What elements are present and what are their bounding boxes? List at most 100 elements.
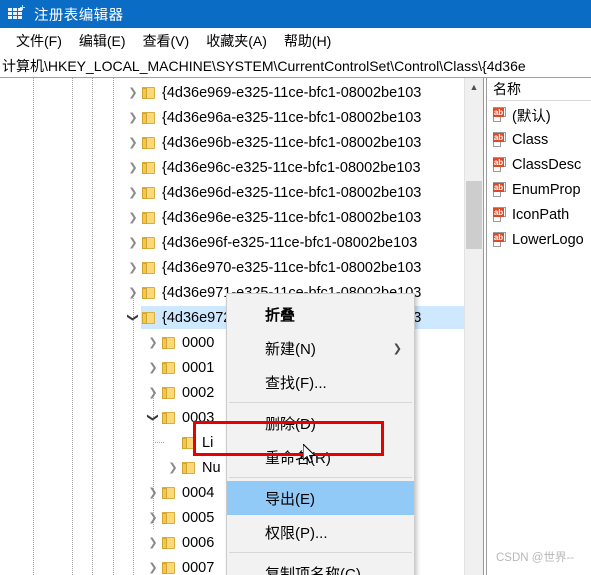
tree-item[interactable]: ❯ 0001	[145, 355, 216, 380]
address-bar[interactable]: 计算机\HKEY_LOCAL_MACHINE\SYSTEM\CurrentCon…	[0, 54, 591, 78]
folder-icon	[141, 136, 157, 150]
menu-edit[interactable]: 编辑(E)	[71, 29, 135, 53]
menu-favorites[interactable]: 收藏夹(A)	[198, 29, 276, 53]
context-menu-item[interactable]: 复制项名称(C)	[227, 556, 414, 575]
context-menu-item-label: 删除(D)	[265, 415, 316, 433]
tree-item[interactable]: ❯ {4d36e96b-e325-11ce-bfc1-08002be103	[125, 130, 423, 155]
tree-item-label: 0002	[182, 384, 215, 401]
string-value-icon: ab	[493, 232, 508, 248]
context-menu-item[interactable]: 导出(E)	[227, 481, 414, 515]
tree-item[interactable]: ❯ 0007	[145, 555, 216, 575]
tree-guide-line	[92, 78, 93, 575]
chevron-right-icon[interactable]: ❯	[145, 355, 161, 380]
menu-view[interactable]: 查看(V)	[135, 29, 199, 53]
tree-item[interactable]: ❯ 0000	[145, 330, 216, 355]
tree-item[interactable]: ❯ {4d36e970-e325-11ce-bfc1-08002be103	[125, 255, 423, 280]
chevron-right-icon[interactable]: ❯	[125, 180, 141, 205]
scrollbar-thumb[interactable]	[466, 181, 482, 249]
chevron-right-icon[interactable]: ❯	[145, 330, 161, 355]
tree-item[interactable]: ❯ {4d36e96c-e325-11ce-bfc1-08002be103	[125, 155, 423, 180]
value-list-item[interactable]: ab IconPath	[489, 204, 569, 226]
folder-icon	[161, 486, 177, 500]
value-list-item[interactable]: ab LowerLogo	[489, 229, 584, 251]
value-name-label: Class	[512, 132, 549, 148]
context-menu-item[interactable]: 重命名(R)	[227, 440, 414, 474]
folder-icon	[181, 461, 197, 475]
value-name-label: IconPath	[512, 207, 570, 223]
menu-help[interactable]: 帮助(H)	[276, 29, 340, 53]
folder-icon	[141, 311, 157, 325]
chevron-right-icon[interactable]: ❯	[145, 480, 161, 505]
chevron-right-icon[interactable]: ❯	[125, 230, 141, 255]
tree-item[interactable]: ❯ {4d36e96a-e325-11ce-bfc1-08002be103	[125, 105, 423, 130]
tree-item-label: Nu	[202, 459, 221, 476]
value-name-label: EnumProp	[512, 182, 581, 198]
tree-item-label: Li	[202, 434, 214, 451]
context-menu-item[interactable]: 新建(N) ❯	[227, 331, 414, 365]
tree-item[interactable]: ❯ {4d36e96e-e325-11ce-bfc1-08002be103	[125, 205, 423, 230]
tree-item-label: {4d36e96f-e325-11ce-bfc1-08002be103	[162, 234, 418, 251]
tree-item-label: 0006	[182, 534, 215, 551]
tree-item[interactable]: ❯ {4d36e96f-e325-11ce-bfc1-08002be103	[125, 230, 419, 255]
folder-icon	[161, 536, 177, 550]
tree-item-label: {4d36e969-e325-11ce-bfc1-08002be103	[162, 84, 422, 101]
registry-value-pane[interactable]: 名称 ab (默认) ab Class ab ClassDesc ab EnumProp ab I…	[489, 78, 591, 575]
scroll-up-arrow-icon[interactable]: ▲	[465, 78, 483, 95]
menu-file[interactable]: 文件(F)	[8, 29, 71, 53]
context-menu-item-label: 折叠	[265, 306, 296, 324]
chevron-right-icon[interactable]: ❯	[125, 205, 141, 230]
tree-vertical-scrollbar[interactable]: ▲	[464, 78, 483, 575]
chevron-right-icon[interactable]: ❯	[145, 380, 161, 405]
context-menu-item-label: 新建(N)	[265, 340, 316, 358]
chevron-right-icon[interactable]: ❯	[125, 130, 141, 155]
context-menu-item-label: 导出(E)	[265, 490, 315, 508]
chevron-right-icon[interactable]: ❯	[145, 530, 161, 555]
context-menu[interactable]: 折叠新建(N) ❯ 查找(F)... 删除(D) 重命名(R) 导出(E) 权限(P)...…	[226, 293, 415, 575]
value-column-header-name[interactable]: 名称	[489, 78, 591, 101]
context-menu-item-label: 查找(F)...	[265, 374, 327, 392]
menu-bar: 文件(F) 编辑(E) 查看(V) 收藏夹(A) 帮助(H)	[0, 28, 591, 54]
context-menu-item[interactable]: 折叠	[227, 297, 414, 331]
folder-icon	[141, 186, 157, 200]
context-menu-item[interactable]: 删除(D)	[227, 406, 414, 440]
value-list-item[interactable]: ab ClassDesc	[489, 154, 581, 176]
folder-icon	[141, 161, 157, 175]
tree-item[interactable]: ❯ {4d36e969-e325-11ce-bfc1-08002be103	[125, 80, 423, 105]
folder-icon	[161, 511, 177, 525]
folder-icon	[161, 336, 177, 350]
value-list-item[interactable]: ab EnumProp	[489, 179, 581, 201]
chevron-right-icon[interactable]: ❯	[125, 80, 141, 105]
chevron-right-icon[interactable]: ❯	[145, 505, 161, 530]
chevron-right-icon[interactable]: ❯	[125, 105, 141, 130]
folder-icon	[181, 436, 197, 450]
folder-icon	[141, 211, 157, 225]
context-menu-item[interactable]: 权限(P)...	[227, 515, 414, 549]
title-bar: 注册表编辑器	[0, 0, 591, 28]
chevron-right-icon[interactable]: ❯	[125, 280, 141, 305]
context-menu-item[interactable]: 查找(F)...	[227, 365, 414, 399]
pane-splitter[interactable]	[483, 78, 487, 575]
chevron-right-icon[interactable]: ❯	[145, 555, 161, 575]
value-list-item[interactable]: ab (默认)	[489, 104, 551, 126]
tree-item[interactable]: ❯ 0002	[145, 380, 216, 405]
tree-item[interactable]: ❯ 0005	[145, 505, 216, 530]
tree-item[interactable]: ❯ 0006	[145, 530, 216, 555]
chevron-right-icon[interactable]: ❯	[125, 155, 141, 180]
tree-item-label: 0000	[182, 334, 215, 351]
folder-icon	[141, 261, 157, 275]
context-menu-item-label: 复制项名称(C)	[265, 565, 361, 575]
tree-item[interactable]: ❯ 0004	[145, 480, 216, 505]
tree-item[interactable]: Li	[165, 430, 215, 455]
chevron-right-icon[interactable]: ❯	[125, 255, 141, 280]
folder-icon	[161, 411, 177, 425]
tree-item[interactable]: ❯ {4d36e96d-e325-11ce-bfc1-08002be103	[125, 180, 423, 205]
context-menu-separator	[229, 402, 412, 403]
tree-item-label: 0001	[182, 359, 215, 376]
context-menu-separator	[229, 552, 412, 553]
value-name-label: LowerLogo	[512, 232, 584, 248]
chevron-right-icon[interactable]: ❯	[165, 455, 181, 480]
value-list-item[interactable]: ab Class	[489, 129, 548, 151]
tree-item[interactable]: ❯ Nu	[165, 455, 223, 480]
tree-item[interactable]: ❯ 0003	[145, 405, 216, 430]
string-value-icon: ab	[493, 132, 508, 148]
